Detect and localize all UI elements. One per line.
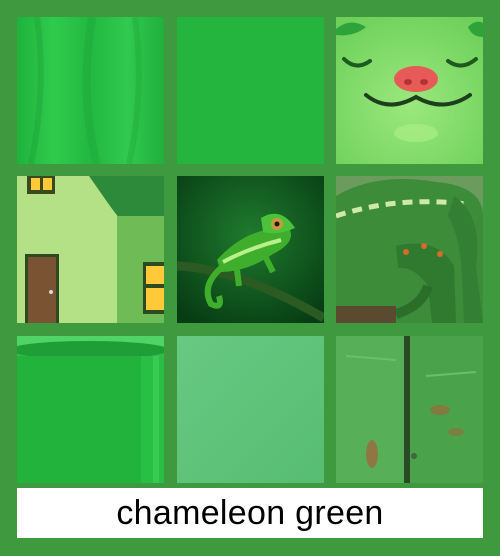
green-house-image	[17, 176, 164, 323]
green-wood-planks-image	[336, 336, 483, 483]
color-moodboard: chameleon green	[0, 0, 500, 556]
solid-green-swatch-image	[177, 17, 324, 164]
chameleon-on-branch-image	[177, 176, 324, 323]
fabric-swatch-image	[17, 17, 164, 164]
caption-text: chameleon green	[116, 493, 384, 532]
caption-bar: chameleon green	[17, 488, 483, 538]
chameleon-closeup-image	[336, 176, 483, 323]
smiling-cat-face-image	[336, 17, 483, 164]
green-mug-image	[17, 336, 164, 483]
pale-green-swatch-image	[177, 336, 324, 483]
